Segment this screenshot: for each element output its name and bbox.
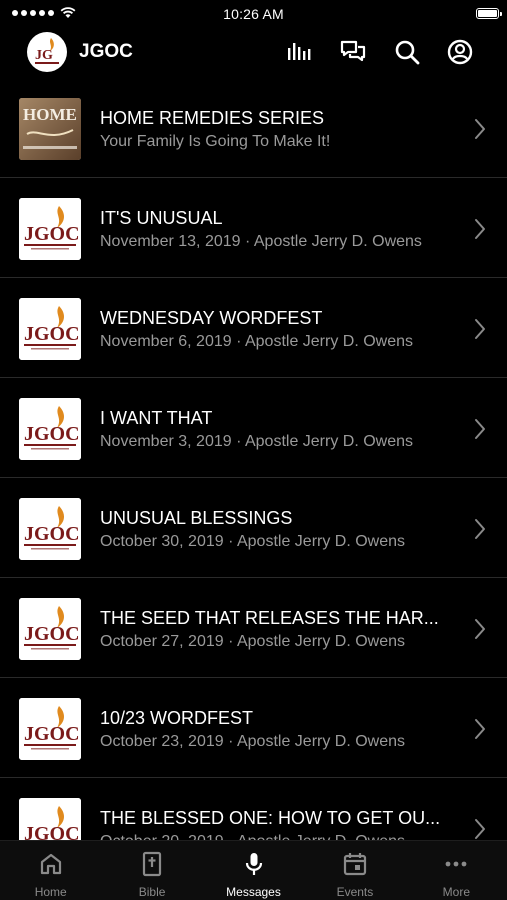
chevron-right-icon bbox=[475, 519, 485, 539]
status-time: 10:26 AM bbox=[223, 6, 284, 22]
message-subtitle: Your Family Is Going To Make It! bbox=[100, 133, 331, 150]
chat-icon[interactable] bbox=[339, 38, 367, 66]
church-logo-image: JGOC bbox=[19, 698, 81, 760]
svg-text:JG: JG bbox=[35, 48, 53, 63]
message-title: IT'S UNUSUAL bbox=[100, 208, 223, 228]
message-row[interactable]: JGOC THE BLESSED ONE: HOW TO GET OU... Oct… bbox=[0, 778, 507, 840]
chevron-right-icon bbox=[475, 319, 485, 339]
message-title: UNUSUAL BLESSINGS bbox=[100, 508, 293, 528]
message-title: HOME REMEDIES SERIES bbox=[100, 108, 325, 128]
message-title: THE SEED THAT RELEASES THE HAR... bbox=[100, 608, 439, 628]
tab-label: Home bbox=[34, 885, 67, 899]
tab-messages[interactable]: Messages bbox=[203, 841, 304, 900]
chevron-right-icon bbox=[475, 619, 485, 639]
message-row[interactable]: HOME HOME REMEDIES SERIES Your Family Is G… bbox=[0, 78, 507, 178]
tab-label: Messages bbox=[226, 885, 281, 899]
chevron-right-icon bbox=[475, 419, 485, 439]
signal-indicator bbox=[12, 7, 76, 19]
tab-label: Events bbox=[336, 885, 374, 899]
logo-text: JGOC bbox=[24, 223, 80, 245]
bible-icon bbox=[143, 851, 162, 877]
tab-home[interactable]: Home bbox=[0, 841, 101, 900]
logo-text: JGOC bbox=[24, 423, 80, 445]
message-thumbnail: HOME bbox=[19, 98, 81, 160]
church-logo-image: JG bbox=[35, 38, 59, 64]
signal-strength-icon bbox=[12, 10, 54, 16]
message-row[interactable]: JGOC 10/23 WORDFEST October 23, 2019 · Apo… bbox=[0, 678, 507, 778]
church-logo-image: JGOC bbox=[19, 498, 81, 560]
calendar-icon bbox=[343, 853, 367, 876]
message-subtitle: November 6, 2019 · Apostle Jerry D. Owen… bbox=[100, 333, 414, 350]
search-icon[interactable] bbox=[393, 38, 421, 66]
message-subtitle: November 3, 2019 · Apostle Jerry D. Owen… bbox=[100, 433, 414, 450]
logo-text: JGOC bbox=[24, 323, 80, 345]
tab-more[interactable]: More bbox=[406, 841, 507, 900]
logo-text: JGOC bbox=[24, 523, 80, 545]
message-thumbnail: JGOC bbox=[19, 198, 81, 260]
message-subtitle: November 13, 2019 · Apostle Jerry D. Owe… bbox=[100, 233, 422, 250]
church-logo-image: JGOC bbox=[19, 598, 81, 660]
message-thumbnail: JGOC bbox=[19, 598, 81, 660]
series-artwork-image: HOME bbox=[19, 98, 81, 160]
app-header: JG JGOC bbox=[0, 28, 507, 78]
message-title: 10/23 WORDFEST bbox=[100, 708, 254, 728]
message-thumbnail: JGOC bbox=[19, 698, 81, 760]
tab-label: Bible bbox=[138, 885, 166, 899]
logo-text: JGOC bbox=[24, 623, 80, 645]
message-row[interactable]: JGOC I WANT THAT November 3, 2019 · Apostl… bbox=[0, 378, 507, 478]
message-title: WEDNESDAY WORDFEST bbox=[100, 308, 323, 328]
series-artwork-text: HOME bbox=[23, 105, 77, 124]
chevron-right-icon bbox=[475, 819, 485, 839]
church-logo-image: JGOC bbox=[19, 298, 81, 360]
message-thumbnail: JGOC bbox=[19, 298, 81, 360]
church-logo[interactable]: JG bbox=[27, 32, 67, 72]
tab-label: More bbox=[442, 885, 470, 899]
wifi-icon bbox=[60, 7, 76, 18]
message-list[interactable]: HOME HOME REMEDIES SERIES Your Family Is G… bbox=[0, 78, 507, 840]
message-row[interactable]: JGOC WEDNESDAY WORDFEST November 6, 2019 ·… bbox=[0, 278, 507, 378]
microphone-icon bbox=[245, 853, 262, 875]
message-thumbnail: JGOC bbox=[19, 798, 81, 840]
message-title: I WANT THAT bbox=[100, 408, 213, 428]
message-row[interactable]: JGOC UNUSUAL BLESSINGS October 30, 2019 · … bbox=[0, 478, 507, 578]
more-icon bbox=[445, 861, 467, 867]
message-subtitle: October 20, 2019 · Apostle Jerry D. Owen… bbox=[100, 833, 405, 840]
church-logo-image: JGOC bbox=[19, 398, 81, 460]
status-bar: 10:26 AM bbox=[0, 0, 507, 28]
message-subtitle: October 23, 2019 · Apostle Jerry D. Owen… bbox=[100, 733, 406, 750]
account-icon[interactable] bbox=[446, 38, 474, 66]
audio-bars-icon[interactable] bbox=[285, 38, 313, 66]
battery-icon bbox=[476, 8, 502, 19]
logo-text: JGOC bbox=[24, 723, 80, 745]
church-logo-image: JGOC bbox=[19, 198, 81, 260]
tab-bar: Home Bible Messages Events More bbox=[0, 840, 507, 900]
message-title: THE BLESSED ONE: HOW TO GET OU... bbox=[100, 808, 441, 828]
church-logo-image: JGOC bbox=[19, 798, 81, 840]
message-thumbnail: JGOC bbox=[19, 498, 81, 560]
chevron-right-icon bbox=[475, 719, 485, 739]
chevron-right-icon bbox=[475, 119, 485, 139]
logo-text: JGOC bbox=[24, 823, 80, 840]
app-title: JGOC bbox=[79, 41, 133, 62]
message-thumbnail: JGOC bbox=[19, 398, 81, 460]
tab-bible[interactable]: Bible bbox=[101, 841, 202, 900]
message-row[interactable]: JGOC IT'S UNUSUAL November 13, 2019 · Apos… bbox=[0, 178, 507, 278]
home-icon bbox=[40, 853, 61, 875]
tab-events[interactable]: Events bbox=[304, 841, 405, 900]
chevron-right-icon bbox=[475, 219, 485, 239]
message-subtitle: October 27, 2019 · Apostle Jerry D. Owen… bbox=[100, 633, 406, 650]
message-subtitle: October 30, 2019 · Apostle Jerry D. Owen… bbox=[100, 533, 406, 550]
message-row[interactable]: JGOC THE SEED THAT RELEASES THE HAR... Oct… bbox=[0, 578, 507, 678]
